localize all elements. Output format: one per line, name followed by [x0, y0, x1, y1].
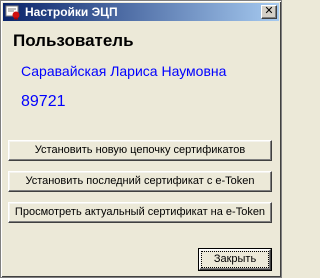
- title-bar[interactable]: Настройки ЭЦП ✕: [3, 3, 279, 21]
- view-current-certificate-button[interactable]: Просмотреть актуальный сертификат на e-T…: [8, 202, 272, 223]
- user-full-name: Саравайская Лариса Наумовна: [21, 63, 227, 79]
- settings-dialog: Настройки ЭЦП ✕ Пользователь Саравайская…: [0, 0, 282, 278]
- close-icon: ✕: [264, 5, 274, 17]
- install-last-certificate-button[interactable]: Установить последний сертификат с e-Toke…: [8, 171, 272, 192]
- window-title: Настройки ЭЦП: [25, 5, 118, 19]
- user-id: 89721: [21, 93, 66, 110]
- section-title: Пользователь: [13, 31, 134, 50]
- certificate-seal-icon: [5, 4, 21, 20]
- title-close-button[interactable]: ✕: [261, 5, 277, 19]
- close-button-label: Закрыть: [201, 251, 269, 268]
- close-button[interactable]: Закрыть: [198, 248, 272, 271]
- install-certificate-chain-button[interactable]: Установить новую цепочку сертификатов: [8, 140, 272, 161]
